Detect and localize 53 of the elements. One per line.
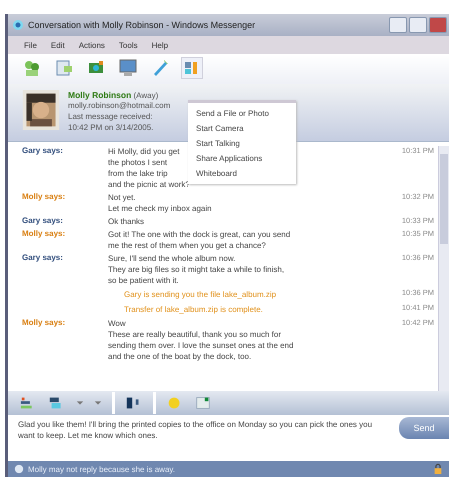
message-text: the photos I sent (108, 157, 168, 168)
message-text: Sure, I'll send the whole album now. (108, 253, 236, 264)
notification-text: Gary is sending you the file lake_album.zip (123, 289, 278, 301)
sender-name: Molly says: (22, 229, 66, 238)
messenger-icon (12, 19, 24, 31)
scroll-thumb[interactable] (440, 154, 448, 244)
menu-option[interactable]: Share Applications (188, 151, 296, 166)
message-text: from the lake trip (108, 168, 168, 179)
monitor-icon[interactable] (118, 58, 138, 78)
message-text: They are big files so it might take a while to finish, (108, 264, 284, 275)
message-text: sending them over. I love the sunset ones at the end (108, 340, 294, 351)
people-icon[interactable] (22, 58, 42, 78)
message-text: me the rest of them when you get a chance? (108, 240, 266, 251)
menu-option[interactable]: Start Camera (188, 121, 296, 136)
sender-name: Molly says: (22, 318, 66, 327)
message-text: and the one of the boat by the dock, too. (108, 351, 252, 362)
menu-item[interactable]: Actions (78, 40, 105, 50)
caret-icon[interactable] (94, 400, 102, 406)
menu-option[interactable]: Start Talking (188, 136, 296, 151)
sender-name: Molly says: (22, 192, 66, 201)
message-text: These are really beautiful, thank you so much for (108, 329, 281, 340)
maximize-button[interactable] (409, 17, 427, 33)
menu-option[interactable]: Send a File or Photo (188, 106, 296, 121)
menu-item[interactable]: Help (152, 40, 168, 50)
sender-name: Gary says: (22, 253, 63, 262)
contact-detail: 10:42 PM on 3/14/2005. (68, 122, 154, 133)
sender-name: Gary says: (22, 146, 63, 155)
file-icon[interactable] (54, 58, 74, 78)
scrollbar[interactable] (438, 146, 449, 391)
notification-text: Transfer of lake_album.zip is complete. (123, 304, 264, 316)
window-title: Conversation with Molly Robinson - Windows Messenger (28, 20, 256, 30)
status-text: Molly may not reply because she is away. (28, 464, 176, 474)
menu-option[interactable]: Whiteboard (188, 166, 296, 181)
contact-name: Molly Robinson (68, 90, 132, 100)
message-text: Got it! The one with the dock is great, can you send (108, 229, 290, 240)
message-text: Wow (108, 318, 126, 329)
picture-frame-icon[interactable] (194, 395, 212, 411)
contact-detail: Last message received: (68, 111, 152, 122)
menu-item[interactable]: Edit (50, 40, 65, 50)
lock-icon (433, 463, 443, 475)
message-text: Ok thanks (108, 216, 144, 227)
message-text: Hi Molly, did you get (108, 146, 180, 157)
contact-status: (Away) (134, 91, 158, 100)
sender-name: Gary says: (22, 216, 63, 225)
caret-icon[interactable] (76, 400, 84, 406)
close-button[interactable] (429, 17, 447, 33)
message-text: Not yet. (108, 192, 136, 203)
menu-item[interactable]: File (24, 40, 37, 50)
message-text: Let me check my inbox again (108, 203, 212, 214)
minimize-button[interactable] (389, 17, 407, 33)
menu-item[interactable]: Tools (118, 40, 138, 50)
contact-detail: molly.robinson@hotmail.com (68, 100, 170, 111)
message-text: so be patient with it. (108, 275, 179, 286)
